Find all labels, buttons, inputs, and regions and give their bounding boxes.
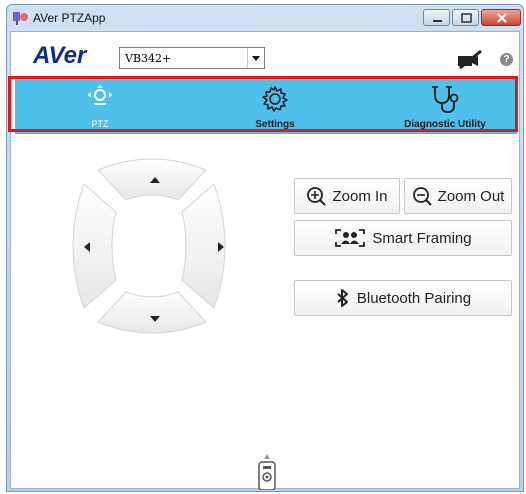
bluetooth-pairing-button[interactable]: Bluetooth Pairing (294, 280, 512, 316)
tab-settings-label: Settings (255, 119, 295, 130)
maximize-button[interactable] (452, 9, 479, 26)
maximize-icon (461, 13, 472, 23)
smart-framing-button[interactable]: Smart Framing (294, 220, 512, 256)
tab-ptz-label: PTZ (91, 119, 109, 129)
direction-pad (72, 158, 226, 334)
active-tab-pointer (94, 107, 108, 115)
help-icon[interactable]: ? (500, 53, 513, 66)
bluetooth-icon (337, 289, 348, 307)
minimize-button[interactable] (423, 9, 450, 26)
stethoscope-icon (432, 86, 459, 113)
minimize-icon (433, 20, 442, 22)
title-bar: AVer PTZApp (7, 5, 523, 31)
device-select-value: VB342+ (125, 52, 172, 65)
app-icon (13, 12, 28, 25)
zoom-out-icon (412, 187, 432, 206)
smart-framing-icon (335, 229, 366, 247)
zoom-out-button[interactable]: Zoom Out (404, 178, 512, 214)
tab-settings[interactable]: Settings (245, 78, 305, 134)
tab-diagnostic-utility-label: Diagnostic Utility (404, 119, 486, 130)
window-title: AVer PTZApp (33, 11, 106, 25)
zoom-in-label: Zoom In (332, 187, 388, 205)
tab-bar: PTZ Settings Diagnostic Utility (15, 78, 517, 134)
chevron-down-icon[interactable] (247, 48, 264, 68)
close-icon (497, 13, 507, 23)
pan-left-button[interactable] (72, 183, 117, 309)
device-select[interactable]: VB342+ (119, 47, 265, 69)
bluetooth-pairing-label: Bluetooth Pairing (356, 289, 472, 307)
aver-logo: AVer (33, 42, 88, 68)
pan-up-button[interactable] (97, 158, 207, 201)
pan-right-button[interactable] (181, 183, 226, 309)
svg-text:AVer: AVer (33, 42, 88, 68)
remote-control-icon[interactable] (256, 454, 278, 490)
zoom-in-icon (307, 187, 327, 206)
tab-diagnostic-utility[interactable]: Diagnostic Utility (395, 78, 495, 134)
smart-framing-label: Smart Framing (372, 229, 472, 247)
zoom-out-label: Zoom Out (437, 187, 505, 205)
tab-ptz[interactable]: PTZ (75, 78, 125, 134)
camera-off-icon[interactable] (457, 49, 483, 69)
close-button[interactable] (481, 9, 521, 26)
gear-icon (262, 86, 288, 112)
pan-down-button[interactable] (97, 291, 207, 334)
zoom-in-button[interactable]: Zoom In (294, 178, 400, 214)
